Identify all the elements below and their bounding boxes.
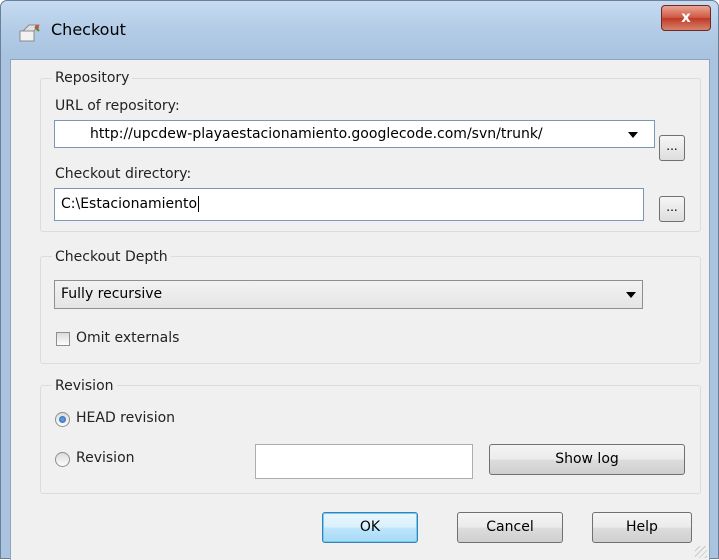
url-dropdown-arrow-icon[interactable] <box>628 132 638 138</box>
checkout-directory-value: C:\Estacionamiento <box>61 196 200 212</box>
window-title: Checkout <box>51 20 126 39</box>
head-revision-label[interactable]: HEAD revision <box>76 410 175 426</box>
ellipsis-icon: ... <box>666 200 678 214</box>
title-bar[interactable]: Checkout x <box>1 1 718 59</box>
depth-dropdown[interactable]: Fully recursive <box>54 280 643 309</box>
depth-dropdown-arrow-icon[interactable] <box>626 292 636 298</box>
close-button[interactable]: x <box>661 5 711 31</box>
omit-externals-checkbox[interactable] <box>56 332 70 346</box>
checkout-dialog: Checkout x Repository URL of repository:… <box>0 0 719 560</box>
repository-group-label: Repository <box>52 70 133 86</box>
browse-directory-button[interactable]: ... <box>659 196 685 222</box>
svn-checkout-icon <box>19 24 41 42</box>
revision-label[interactable]: Revision <box>76 450 135 466</box>
url-value: http://upcdew-playaestacionamiento.googl… <box>90 126 543 142</box>
ok-button[interactable]: OK <box>322 512 418 543</box>
revision-radio[interactable] <box>55 452 70 467</box>
ok-label: OK <box>359 519 381 535</box>
browse-url-button[interactable]: ... <box>659 135 685 161</box>
close-icon: x <box>681 8 691 26</box>
checkout-directory-input[interactable]: C:\Estacionamiento <box>54 188 644 221</box>
revision-group-label: Revision <box>52 378 117 394</box>
checkout-depth-group <box>40 256 701 364</box>
revision-input[interactable] <box>255 444 473 479</box>
cancel-label: Cancel <box>486 519 534 535</box>
head-revision-radio[interactable] <box>55 412 70 427</box>
help-button[interactable]: Help <box>592 512 692 543</box>
depth-selected-value: Fully recursive <box>61 286 163 302</box>
show-log-button[interactable]: Show log <box>489 444 685 475</box>
url-combobox[interactable]: http://upcdew-playaestacionamiento.googl… <box>54 120 655 148</box>
help-label: Help <box>626 519 658 535</box>
dialog-body: Repository URL of repository: http://upc… <box>10 59 710 560</box>
url-label: URL of repository: <box>55 98 180 114</box>
ellipsis-icon: ... <box>666 139 678 153</box>
checkout-depth-group-label: Checkout Depth <box>52 249 171 265</box>
show-log-label: Show log <box>555 451 619 467</box>
resize-grip[interactable] <box>695 546 707 558</box>
checkout-directory-label: Checkout directory: <box>55 166 192 182</box>
omit-externals-label[interactable]: Omit externals <box>76 330 179 346</box>
cancel-button[interactable]: Cancel <box>457 512 563 543</box>
